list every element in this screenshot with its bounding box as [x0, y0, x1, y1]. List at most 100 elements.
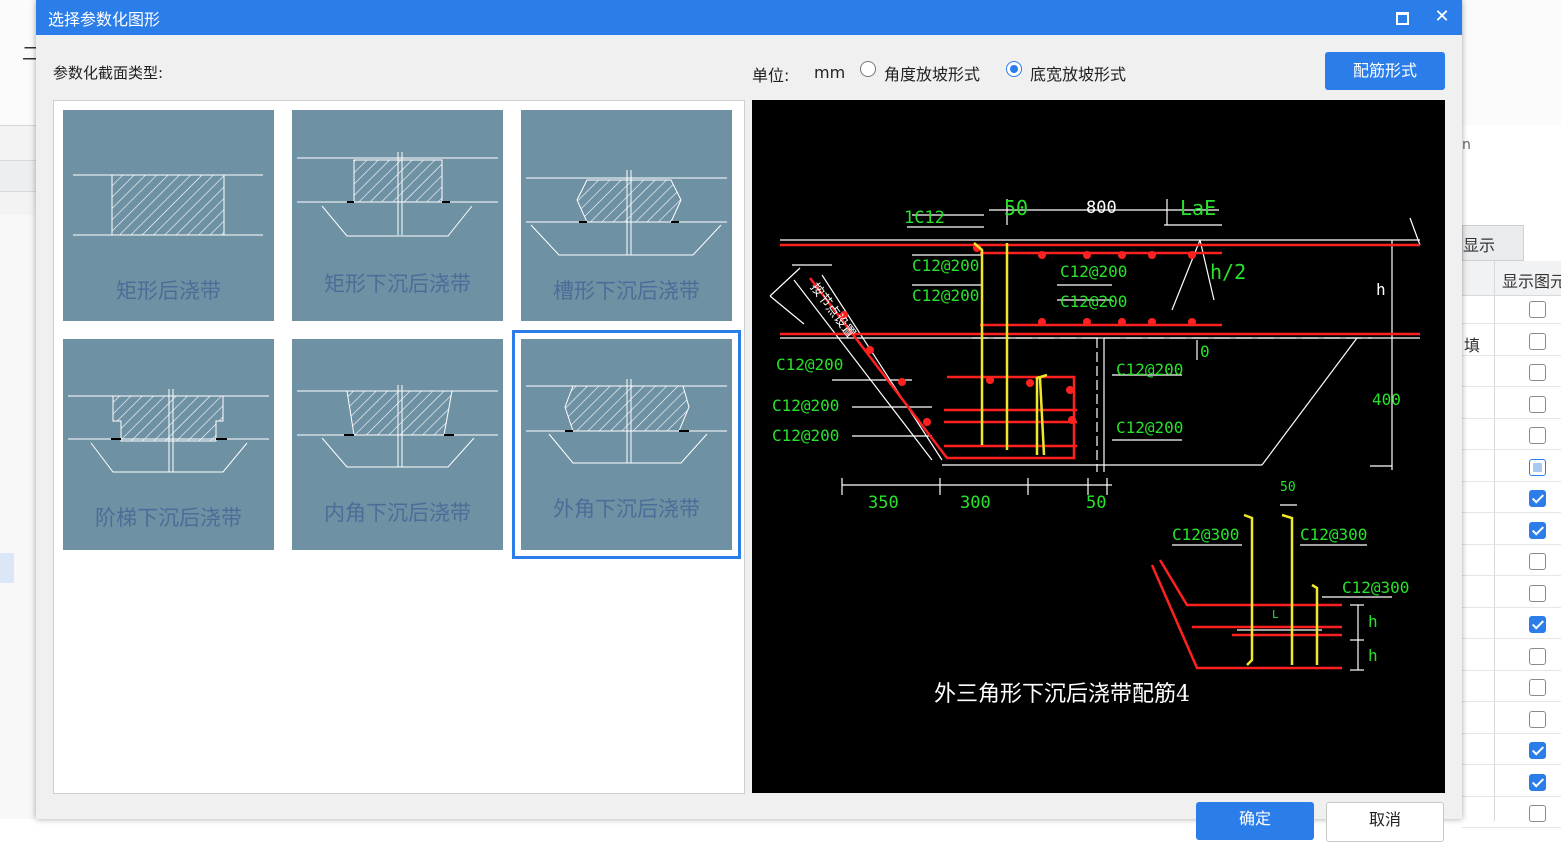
shape-outer-angle-sunken-pour-strip[interactable]: 外角下沉后浇带	[512, 330, 741, 559]
radio-width-slope-label[interactable]: 底宽放坡形式	[1030, 61, 1126, 85]
shape-thumbnail: 阶梯下沉后浇带	[63, 339, 274, 550]
shape-thumbnail: 内角下沉后浇带	[292, 339, 503, 550]
rebar-label-d: C12@200	[1060, 292, 1128, 311]
right-panel-row-divider	[1462, 764, 1561, 765]
rebar-label-b: C12@200	[912, 286, 980, 305]
dim-h: h	[1376, 280, 1386, 299]
rebar-label-k: C12@300	[1172, 525, 1240, 544]
radio-width-slope[interactable]	[1006, 61, 1022, 77]
preview-caption: 外三角形下沉后浇带配筋4	[934, 682, 1190, 707]
rebar-label-c: C12@200	[1060, 262, 1128, 281]
shape-thumbnail: 槽形下沉后浇带	[521, 110, 732, 321]
shape-label: 阶梯下沉后浇带	[95, 506, 242, 530]
right-panel-row-divider	[1462, 449, 1561, 450]
display-checkbox[interactable]	[1529, 647, 1546, 665]
right-panel-row-divider	[1462, 732, 1561, 734]
shape-rect-pour-strip[interactable]: 矩形后浇带	[54, 101, 283, 330]
rebar-label-f: C12@200	[1116, 360, 1184, 379]
display-checkbox[interactable]	[1529, 490, 1546, 507]
display-checkbox[interactable]	[1529, 301, 1546, 318]
right-panel-row-divider	[1462, 323, 1561, 324]
shape-rect-sunken-pour-strip[interactable]: 矩形下沉后浇带	[283, 101, 512, 330]
right-panel-row-divider	[1462, 669, 1561, 671]
shape-thumbnail: 矩形下沉后浇带	[292, 110, 503, 321]
display-checkbox[interactable]	[1529, 616, 1546, 633]
right-panel-row-divider	[1462, 543, 1561, 545]
display-checkbox[interactable]	[1529, 679, 1546, 696]
rebar-label-l: C12@300	[1300, 525, 1368, 544]
rebar-label-m: C12@300	[1342, 578, 1410, 597]
dim-400: 400	[1372, 390, 1401, 409]
display-checkbox[interactable]	[1529, 710, 1546, 728]
right-panel-row-divider	[1462, 575, 1561, 576]
display-checkbox[interactable]	[1529, 584, 1546, 602]
rebar-form-button[interactable]: 配筋形式	[1325, 52, 1445, 90]
right-panel-row-divider	[1462, 701, 1561, 702]
display-checkbox[interactable]	[1529, 427, 1546, 444]
radio-angle-slope[interactable]	[860, 61, 876, 77]
display-checkbox[interactable]	[1529, 805, 1546, 822]
rebar-label-a: C12@200	[912, 256, 980, 275]
shape-step-sunken-pour-strip[interactable]: 阶梯下沉后浇带	[54, 330, 283, 559]
shape-label: 外角下沉后浇带	[553, 497, 700, 521]
background-left-selection	[0, 553, 14, 583]
dim-0: 0	[1200, 342, 1210, 361]
right-panel-row-divider	[1462, 354, 1561, 356]
dim-300: 300	[960, 493, 991, 513]
title-bar[interactable]: 选择参数化图形 ✕	[36, 0, 1462, 35]
display-checkbox[interactable]	[1529, 332, 1546, 350]
rebar-label-e: C12@200	[776, 355, 844, 374]
right-panel-row-divider	[1462, 386, 1561, 387]
close-icon: ✕	[1434, 6, 1450, 27]
right-panel-row-divider	[1462, 606, 1561, 608]
shape-thumbnail: 外角下沉后浇带	[521, 339, 732, 550]
background-left-panel	[0, 215, 36, 819]
shape-channel-sunken-pour-strip[interactable]: 槽形下沉后浇带	[512, 101, 741, 330]
rebar-label-j: C12@200	[1116, 418, 1184, 437]
select-shape-dialog: 选择参数化图形 ✕ 参数化截面类型: 单位: mm 角度放坡形式 底宽放坡形式 …	[36, 0, 1462, 842]
right-panel-row-divider	[1462, 638, 1561, 639]
rebar-label-g: C12@200	[772, 396, 840, 415]
rebar-label-i: C12@200	[772, 426, 840, 445]
radio-angle-slope-label[interactable]: 角度放坡形式	[884, 61, 980, 85]
background-right-panel: n 显示 显示图元 填	[1462, 125, 1561, 828]
display-checkbox[interactable]	[1529, 458, 1546, 476]
shape-label: 槽形下沉后浇带	[553, 279, 700, 303]
display-checkbox[interactable]	[1529, 521, 1546, 539]
shape-inner-angle-sunken-pour-strip[interactable]: 内角下沉后浇带	[283, 330, 512, 559]
display-checkbox[interactable]	[1529, 395, 1546, 413]
shape-label: 内角下沉后浇带	[324, 501, 471, 525]
dim-50b: 50	[1086, 493, 1107, 513]
dialog-title: 选择参数化图形	[48, 10, 161, 29]
shape-label: 矩形下沉后浇带	[324, 272, 471, 296]
dim-l: L	[1272, 608, 1279, 621]
right-panel-fill-label: 填	[1464, 336, 1481, 355]
dim-50: 50	[1004, 196, 1029, 220]
maximize-icon	[1396, 12, 1409, 25]
ok-button[interactable]: 确定	[1196, 802, 1314, 840]
display-checkbox[interactable]	[1529, 742, 1546, 759]
right-panel-fragment: n	[1462, 137, 1471, 153]
dim-800: 800	[1086, 198, 1117, 218]
right-panel-row-divider	[1462, 512, 1561, 513]
right-panel-divider	[1494, 261, 1495, 821]
right-panel-row-divider	[1462, 795, 1561, 797]
right-panel-header: 显示图元	[1462, 261, 1561, 296]
right-panel-tab[interactable]: 显示	[1462, 225, 1524, 261]
dim-h-half: h/2	[1210, 260, 1247, 284]
dim-h-a: h	[1368, 612, 1378, 631]
shape-gallery: 矩形后浇带 矩形下沉后浇带 槽形下沉后浇带 阶梯下沉后浇带 内角下沉后浇带 外角…	[53, 100, 745, 794]
maximize-button[interactable]	[1388, 5, 1414, 29]
shape-thumbnail: 矩形后浇带	[63, 110, 274, 321]
dim-lae: LaE	[1180, 196, 1217, 220]
unit-label: 单位:	[752, 66, 790, 85]
right-panel-row-divider	[1462, 417, 1561, 419]
close-button[interactable]: ✕	[1429, 5, 1455, 29]
section-type-label: 参数化截面类型:	[53, 64, 164, 82]
dim-h-b: h	[1368, 646, 1378, 665]
cancel-button[interactable]: 取消	[1326, 802, 1444, 842]
shape-label: 矩形后浇带	[116, 279, 221, 303]
display-checkbox[interactable]	[1529, 773, 1546, 791]
display-checkbox[interactable]	[1529, 364, 1546, 381]
display-checkbox[interactable]	[1529, 553, 1546, 570]
